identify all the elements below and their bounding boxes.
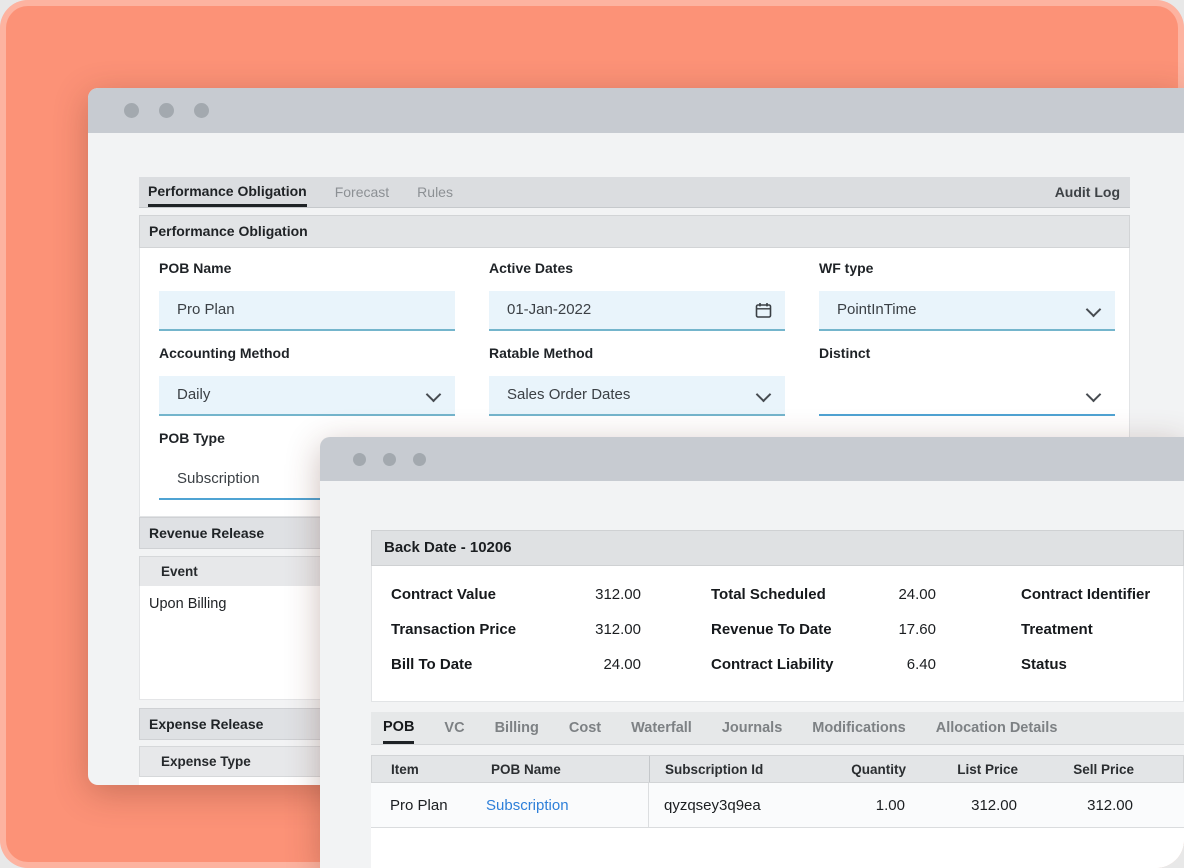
summary-value: 312.00 [595,586,641,603]
column-header-item[interactable]: Item [372,762,487,777]
tab-performance-obligation[interactable]: Performance Obligation [148,177,307,207]
ratable-method-value: Sales Order Dates [489,376,785,414]
tab-waterfall[interactable]: Waterfall [631,712,692,744]
window-control-dot[interactable] [159,103,174,118]
window1-titlebar[interactable] [88,88,1184,133]
summary-row: Contract Liability 6.40 [711,647,936,682]
active-dates-value: 01-Jan-2022 [489,291,785,329]
summary-label: Bill To Date [391,656,472,673]
cell-quantity: 1.00 [832,797,916,814]
window-control-dot[interactable] [413,453,426,466]
pob-name-value: Pro Plan [159,291,455,329]
section-title: Performance Obligation [139,215,1130,248]
summary-value: 6.40 [907,656,936,673]
chevron-down-icon [1086,387,1102,403]
window-control-dot[interactable] [194,103,209,118]
accounting-method-select[interactable]: Daily [159,376,455,416]
ratable-method-select[interactable]: Sales Order Dates [489,376,785,416]
tab-journals[interactable]: Journals [722,712,782,744]
tab-pob[interactable]: POB [383,712,414,744]
pob-table: Item POB Name Subscription Id Quantity L… [371,755,1184,868]
window-control-dot[interactable] [124,103,139,118]
table-header-row: Item POB Name Subscription Id Quantity L… [371,755,1184,783]
summary-label: Revenue To Date [711,621,832,638]
summary-value: 24.00 [898,586,936,603]
cell-sell-price: 312.00 [1028,797,1144,814]
wf-type-label: WF type [819,260,873,276]
summary-row: Transaction Price 312.00 [391,612,641,647]
active-dates-input[interactable]: 01-Jan-2022 [489,291,785,331]
summary-row: Contract Value 312.00 [391,577,641,612]
contract-summary-panel: Contract Value 312.00 Transaction Price … [371,566,1184,702]
tab-vc[interactable]: VC [444,712,464,744]
accounting-method-label: Accounting Method [159,345,290,361]
summary-label: Contract Identifier [1021,586,1150,603]
summary-value: 24.00 [603,656,641,673]
cell-subscription-id: qyzqsey3q9ea [648,783,832,827]
summary-label: Transaction Price [391,621,516,638]
contract-detail-window: Back Date - 10206 Contract Value 312.00 … [320,437,1184,868]
summary-row: Status [1021,647,1184,682]
summary-value: 17.60 [898,621,936,638]
summary-label: Treatment [1021,621,1093,638]
pob-name-input[interactable]: Pro Plan [159,291,455,331]
distinct-label: Distinct [819,345,870,361]
tab-modifications[interactable]: Modifications [812,712,905,744]
window-control-dot[interactable] [353,453,366,466]
table-row: Pro Plan Subscription qyzqsey3q9ea 1.00 … [371,783,1184,828]
accounting-method-value: Daily [159,376,455,414]
app-background: Performance Obligation Forecast Rules Au… [0,0,1184,868]
tab-forecast[interactable]: Forecast [335,177,389,207]
summary-label: Contract Liability [711,656,834,673]
ratable-method-label: Ratable Method [489,345,593,361]
summary-row: Revenue To Date 17.60 [711,612,936,647]
column-header-quantity[interactable]: Quantity [833,762,917,777]
column-header-subscription-id[interactable]: Subscription Id [649,756,833,782]
pob-name-label: POB Name [159,260,231,276]
contract-header: Back Date - 10206 [371,530,1184,566]
cell-pob-name-link[interactable]: Subscription [486,797,648,814]
calendar-icon[interactable] [755,302,772,324]
main-tab-bar: Performance Obligation Forecast Rules Au… [139,177,1130,208]
tab-cost[interactable]: Cost [569,712,601,744]
summary-label: Contract Value [391,586,496,603]
cell-list-price: 312.00 [916,797,1028,814]
summary-label: Total Scheduled [711,586,826,603]
tab-rules[interactable]: Rules [417,177,453,207]
summary-row: Treatment [1021,612,1184,647]
wf-type-value: PointInTime [819,291,1115,329]
window-control-dot[interactable] [383,453,396,466]
tab-billing[interactable]: Billing [495,712,539,744]
wf-type-select[interactable]: PointInTime [819,291,1115,331]
summary-row: Contract Identifier [1021,577,1184,612]
tab-allocation-details[interactable]: Allocation Details [936,712,1058,744]
column-header-list-price[interactable]: List Price [917,762,1029,777]
column-header-sell-price[interactable]: Sell Price [1029,762,1145,777]
summary-row: Bill To Date 24.00 [391,647,641,682]
active-dates-label: Active Dates [489,260,573,276]
window2-titlebar[interactable] [320,437,1184,481]
distinct-select[interactable] [819,376,1115,416]
summary-label: Status [1021,656,1067,673]
column-header-pob-name[interactable]: POB Name [487,762,649,777]
audit-log-button[interactable]: Audit Log [1055,177,1120,207]
summary-value: 312.00 [595,621,641,638]
summary-row: Total Scheduled 24.00 [711,577,936,612]
cell-item: Pro Plan [371,797,486,814]
contract-tab-bar: POB VC Billing Cost Waterfall Journals M… [371,712,1184,745]
pob-type-label: POB Type [159,430,225,446]
